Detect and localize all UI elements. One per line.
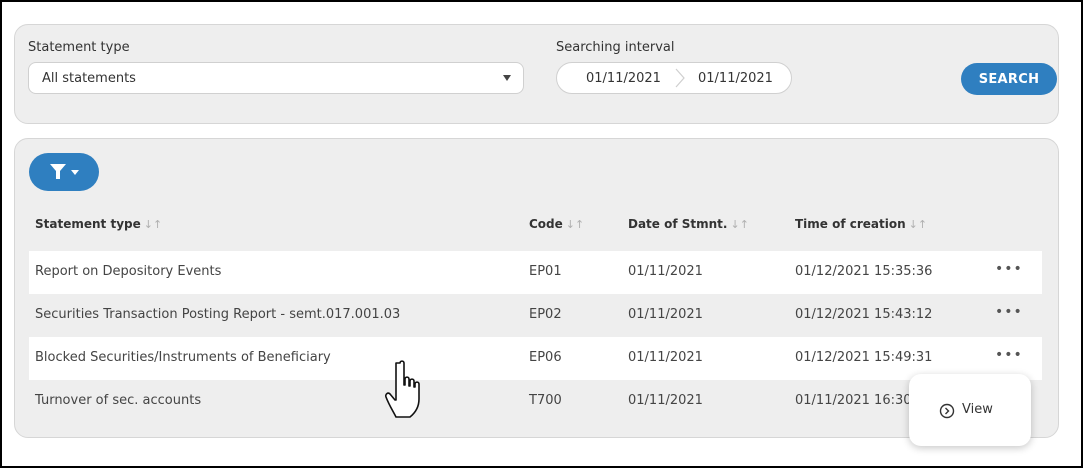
- cell-date: 01/11/2021: [628, 307, 703, 322]
- cell-time: 01/12/2021 15:49:31: [795, 350, 933, 365]
- table-row[interactable]: Blocked Securities/Instruments of Benefi…: [29, 337, 1042, 380]
- table-row[interactable]: Report on Depository Events EP01 01/11/2…: [29, 251, 1042, 294]
- statement-type-label: Statement type: [28, 40, 130, 55]
- sort-icon: ↓↑: [565, 218, 585, 231]
- cell-time: 01/12/2021 15:43:12: [795, 307, 933, 322]
- cell-code: EP06: [529, 350, 562, 365]
- header-code[interactable]: Code ↓↑: [529, 217, 584, 231]
- sort-icon: ↓↑: [908, 218, 928, 231]
- table-row[interactable]: Turnover of sec. accounts T700 01/11/202…: [29, 380, 1042, 423]
- app-window: Statement type All statements Searching …: [0, 0, 1083, 468]
- cell-date: 01/11/2021: [628, 393, 703, 408]
- header-statement-type[interactable]: Statement type ↓↑: [35, 217, 162, 231]
- chevron-down-icon: [503, 75, 511, 81]
- header-date-of-statement[interactable]: Date of Stmnt. ↓↑: [628, 217, 749, 231]
- cell-code: T700: [529, 393, 562, 408]
- range-separator-icon: [675, 68, 685, 88]
- cell-statement-type: Blocked Securities/Instruments of Benefi…: [35, 350, 331, 365]
- statement-type-select[interactable]: All statements: [28, 62, 524, 94]
- filter-icon: [50, 164, 79, 179]
- table-row[interactable]: Securities Transaction Posting Report - …: [29, 294, 1042, 337]
- row-actions-button[interactable]: •••: [995, 261, 1023, 277]
- view-label: View: [962, 402, 993, 417]
- cell-date: 01/11/2021: [628, 264, 703, 279]
- row-actions-button[interactable]: •••: [995, 347, 1023, 363]
- cell-statement-type: Securities Transaction Posting Report - …: [35, 307, 401, 322]
- cell-code: EP01: [529, 264, 562, 279]
- cell-time: 01/11/2021 16:30: [795, 393, 912, 408]
- date-to-input[interactable]: 01/11/2021: [698, 71, 773, 86]
- cell-date: 01/11/2021: [628, 350, 703, 365]
- cell-statement-type: Report on Depository Events: [35, 264, 222, 279]
- hand-pointer-icon: [385, 360, 420, 418]
- search-button[interactable]: SEARCH: [961, 63, 1057, 95]
- statement-type-value: All statements: [42, 71, 136, 86]
- filter-toggle-button[interactable]: [29, 153, 99, 191]
- results-panel: Statement type ↓↑ Code ↓↑ Date of Stmnt. ↓↑…: [14, 138, 1059, 438]
- searching-interval-label: Searching interval: [556, 40, 675, 55]
- row-actions-button[interactable]: •••: [995, 304, 1023, 320]
- header-time-of-creation[interactable]: Time of creation ↓↑: [795, 217, 927, 231]
- sort-icon: ↓↑: [730, 218, 749, 231]
- row-actions-menu: View: [909, 374, 1031, 446]
- cell-code: EP02: [529, 307, 562, 322]
- date-range-input: 01/11/2021 01/11/2021: [556, 62, 792, 94]
- date-from-input[interactable]: 01/11/2021: [586, 71, 661, 86]
- filter-panel: Statement type All statements Searching …: [14, 24, 1059, 124]
- cell-statement-type: Turnover of sec. accounts: [35, 393, 202, 408]
- cell-time: 01/12/2021 15:35:36: [795, 264, 933, 279]
- sort-icon: ↓↑: [143, 218, 163, 231]
- chevron-circle-icon: [939, 403, 955, 419]
